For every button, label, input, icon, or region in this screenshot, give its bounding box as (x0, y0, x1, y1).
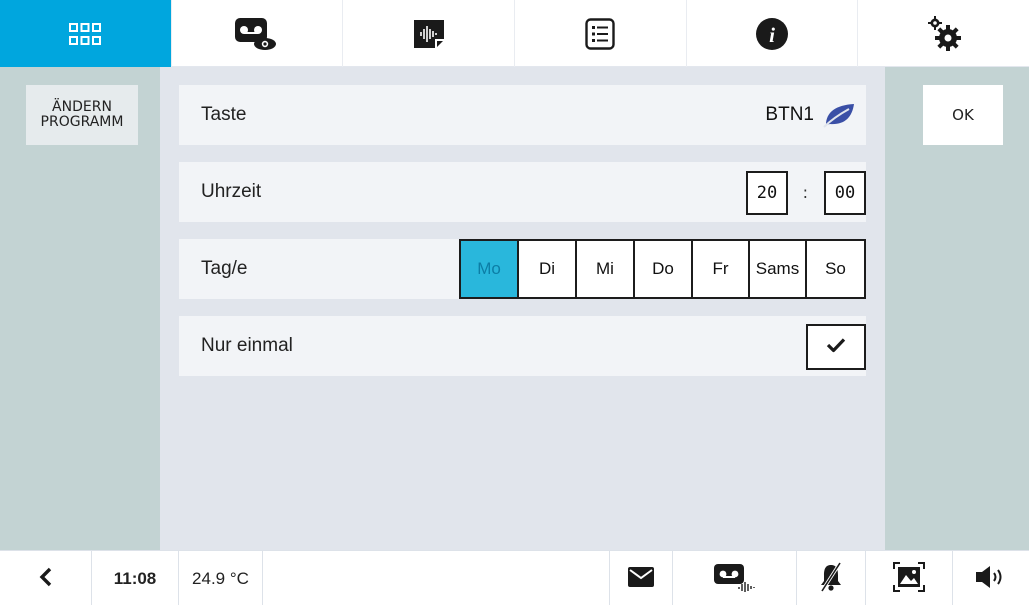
ok-button[interactable]: OK (923, 85, 1003, 145)
days-row: Tag/e Mo Di Mi Do Fr Sams So (179, 239, 866, 299)
temperature: 24.9 °C (179, 551, 263, 605)
nav-audio-memo-button[interactable] (343, 0, 516, 67)
change-program-button[interactable]: ÄNDERN PROGRAMM (26, 85, 138, 145)
day-label: So (825, 259, 846, 278)
nav-list-button[interactable] (515, 0, 687, 67)
nav-home-button[interactable] (0, 0, 172, 67)
list-icon (585, 17, 616, 50)
time-label: Uhrzeit (201, 181, 262, 202)
photo-button[interactable] (866, 551, 953, 605)
once-row: Nur einmal (179, 316, 866, 376)
gears-icon (924, 14, 964, 54)
day-selector: Mo Di Mi Do Fr Sams So (459, 239, 866, 299)
day-label: Mo (477, 259, 501, 278)
hour-value: 20 (756, 183, 778, 203)
voicemail-eye-icon (233, 16, 281, 52)
bell-mute-button[interactable] (797, 551, 866, 605)
day-mo-button[interactable]: Mo (461, 241, 519, 297)
mail-button[interactable] (609, 551, 673, 605)
day-label: Mi (596, 259, 614, 278)
change-program-label-line1: ÄNDERN (52, 99, 112, 115)
photo-frame-icon (893, 561, 925, 596)
checkmark-icon (826, 337, 846, 357)
leaf-icon (822, 102, 856, 132)
day-di-button[interactable]: Di (519, 241, 577, 297)
grid-icon (69, 22, 102, 45)
voicemail-audio-icon (712, 562, 758, 596)
button-row[interactable]: Taste BTN1 (179, 85, 866, 145)
svg-text:i: i (769, 23, 775, 47)
minute-value: 00 (834, 183, 856, 203)
button-value: BTN1 (765, 104, 814, 125)
nav-info-button[interactable]: i (687, 0, 859, 67)
minute-field[interactable]: 00 (824, 171, 866, 215)
hour-field[interactable]: 20 (746, 171, 788, 215)
envelope-icon (628, 566, 654, 591)
day-so-button[interactable]: So (807, 241, 864, 297)
audio-note-icon (411, 17, 447, 51)
info-icon: i (755, 17, 789, 51)
time-separator: : (802, 183, 808, 202)
top-nav: i (0, 0, 1029, 67)
day-label: Do (652, 259, 674, 278)
once-checkbox[interactable] (806, 324, 866, 370)
day-do-button[interactable]: Do (635, 241, 693, 297)
day-mi-button[interactable]: Mi (577, 241, 635, 297)
button-label: Taste (201, 104, 247, 125)
volume-button[interactable] (953, 551, 1029, 605)
clock: 11:08 (92, 551, 179, 605)
day-label: Sams (755, 259, 800, 278)
voicemail-button[interactable] (673, 551, 797, 605)
ok-label: OK (952, 106, 974, 124)
day-fr-button[interactable]: Fr (693, 241, 750, 297)
day-sams-button[interactable]: Sams (750, 241, 807, 297)
speaker-icon (974, 565, 1008, 593)
day-label: Fr (712, 259, 729, 278)
nav-settings-button[interactable] (858, 0, 1029, 67)
nav-video-memo-button[interactable] (172, 0, 344, 67)
once-label: Nur einmal (201, 335, 293, 356)
chevron-left-icon (39, 566, 53, 592)
day-label: Di (538, 259, 556, 278)
back-button[interactable] (0, 551, 92, 605)
status-bar: 11:08 24.9 °C (0, 550, 1029, 605)
time-row: Uhrzeit 20 : 00 (179, 162, 866, 222)
bell-off-icon (819, 561, 843, 596)
change-program-label-line2: PROGRAMM (40, 114, 124, 130)
days-label: Tag/e (201, 258, 248, 279)
